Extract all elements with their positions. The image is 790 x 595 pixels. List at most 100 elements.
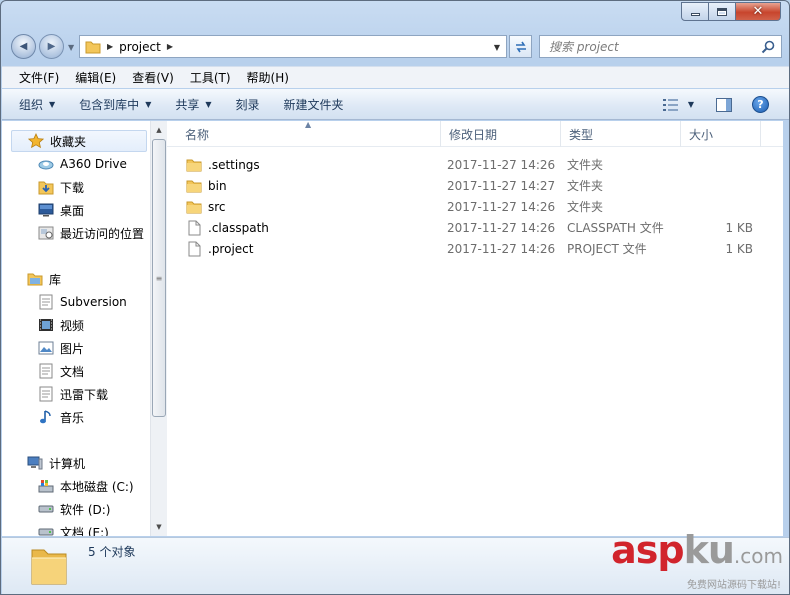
file-name: .project [208, 241, 254, 256]
file-type: 文件夹 [567, 179, 604, 193]
include-in-library-button[interactable]: 包含到库中 ▼ [79, 96, 151, 113]
breadcrumb-separator-icon[interactable]: ▶ [107, 42, 113, 51]
table-row[interactable]: src 2017-11-27 14:26 文件夹 [167, 196, 767, 217]
details-pane: 5 个对象 aspku.com 免费网站源码下载站! [2, 531, 789, 594]
menu-view[interactable]: 查看(V) [124, 69, 182, 86]
file-size: 1 KB [725, 241, 753, 256]
site-watermark: aspku.com 免费网站源码下载站! [611, 531, 783, 591]
sidebar-item-label: 图片 [60, 341, 85, 356]
sidebar-item-label: 本地磁盘 (C:) [60, 479, 134, 494]
explorer-window: ✕ ◀ ▶ ▼ ▶ project ▶ ▼ 搜索 project 文件(F) 编… [0, 0, 790, 595]
folder-icon [85, 41, 101, 53]
sidebar-item-documents[interactable]: 文档 [38, 360, 84, 382]
file-modified: 2017-11-27 14:26 [447, 199, 556, 214]
refresh-button[interactable] [509, 35, 532, 58]
sidebar-item-label: 文档 [60, 364, 85, 379]
sidebar-item-recent-places[interactable]: 最近访问的位置 [38, 222, 144, 244]
file-name: .classpath [208, 220, 269, 235]
column-header-size[interactable]: 大小 [681, 121, 761, 147]
menu-help[interactable]: 帮助(H) [239, 69, 297, 86]
table-row[interactable]: .settings 2017-11-27 14:26 文件夹 [167, 154, 767, 175]
folder-icon [31, 549, 67, 585]
column-name-label: 名称 [185, 127, 210, 142]
column-header-name[interactable]: 名称 ▲ [167, 120, 441, 147]
file-size: 1 KB [725, 220, 753, 235]
menu-file[interactable]: 文件(F) [11, 69, 67, 86]
drive-icon [38, 524, 54, 536]
sidebar-item-drive-e[interactable]: 文档 (E:) [38, 521, 109, 536]
scrollbar-thumb[interactable]: ≡ [152, 139, 166, 417]
burn-label: 刻录 [235, 97, 260, 112]
table-row[interactable]: .classpath 2017-11-27 14:26 CLASSPATH 文件… [167, 217, 767, 238]
sidebar-item-videos[interactable]: 视频 [38, 314, 84, 336]
menu-tools[interactable]: 工具(T) [182, 69, 239, 86]
breadcrumb-separator-icon[interactable]: ▶ [167, 42, 173, 51]
minimize-icon [690, 13, 700, 16]
command-bar: 组织 ▼ 包含到库中 ▼ 共享 ▼ 刻录 新建文件夹 ▼ ? [2, 89, 789, 120]
file-name-cell: bin [186, 178, 227, 194]
view-dropdown-icon[interactable]: ▼ [688, 100, 694, 109]
forward-button[interactable]: ▶ [39, 34, 64, 59]
navigation-tree: 收藏夹 A360 Drive 下载 桌面 最近访问的位置 库 Subversio… [2, 121, 150, 536]
file-icon [186, 220, 202, 236]
file-name-cell: src [186, 199, 226, 215]
menu-edit[interactable]: 编辑(E) [67, 69, 124, 86]
documents-icon [38, 363, 54, 379]
scroll-up-icon[interactable]: ▲ [151, 122, 167, 138]
recent-pages-dropdown-icon[interactable]: ▼ [68, 43, 74, 52]
table-row[interactable]: bin 2017-11-27 14:27 文件夹 [167, 175, 767, 196]
sidebar-item-libraries[interactable]: 库 [27, 268, 61, 290]
search-icon[interactable] [760, 39, 776, 55]
new-folder-button[interactable]: 新建文件夹 [284, 96, 344, 113]
breadcrumb-project[interactable]: project [119, 40, 161, 54]
minimize-button[interactable] [681, 2, 709, 21]
address-history-dropdown-icon[interactable]: ▼ [494, 43, 500, 52]
preview-pane-icon[interactable] [716, 97, 732, 112]
file-name: src [208, 199, 226, 214]
include-in-library-label: 包含到库中 [79, 97, 140, 112]
drive-icon [38, 501, 54, 517]
chevron-down-icon: ▼ [145, 99, 152, 109]
sidebar-item-computer[interactable]: 计算机 [27, 452, 85, 474]
folder-icon [186, 157, 202, 173]
view-options-icon[interactable] [662, 98, 680, 112]
watermark-asp: asp [611, 528, 684, 572]
sidebar-item-label: 桌面 [60, 203, 85, 218]
document-library-icon [38, 294, 54, 310]
close-button[interactable]: ✕ [736, 2, 781, 21]
help-icon[interactable]: ? [752, 96, 769, 113]
table-row[interactable]: .project 2017-11-27 14:26 PROJECT 文件 1 K… [167, 238, 767, 259]
sidebar-item-drive-c[interactable]: 本地磁盘 (C:) [38, 475, 134, 497]
navigation-scrollbar[interactable]: ▲ ≡ ▼ [150, 121, 167, 536]
sidebar-item-favorites[interactable]: 收藏夹 [11, 130, 147, 152]
folder-icon [186, 178, 202, 194]
maximize-button[interactable] [709, 2, 736, 21]
sidebar-item-label: 音乐 [60, 410, 85, 425]
sidebar-item-subversion[interactable]: Subversion [38, 291, 127, 313]
refresh-icon [515, 41, 526, 52]
sidebar-item-a360-drive[interactable]: A360 Drive [38, 153, 127, 175]
file-name: .settings [208, 157, 260, 172]
system-drive-icon [38, 478, 54, 494]
sidebar-item-desktop[interactable]: 桌面 [38, 199, 84, 221]
file-type: CLASSPATH 文件 [567, 221, 664, 235]
organize-button[interactable]: 组织 ▼ [19, 96, 55, 113]
sidebar-item-drive-d[interactable]: 软件 (D:) [38, 498, 110, 520]
sidebar-item-thunder-downloads[interactable]: 迅雷下载 [38, 383, 108, 405]
search-input[interactable]: 搜索 project [539, 35, 782, 58]
downloads-folder-icon [38, 179, 54, 195]
burn-button[interactable]: 刻录 [236, 96, 260, 113]
sidebar-item-pictures[interactable]: 图片 [38, 337, 84, 359]
back-button[interactable]: ◀ [11, 34, 36, 59]
sidebar-item-downloads[interactable]: 下载 [38, 176, 84, 198]
libraries-icon [27, 271, 43, 287]
folder-icon [186, 199, 202, 215]
desktop-icon [38, 202, 54, 218]
share-button[interactable]: 共享 ▼ [175, 96, 211, 113]
address-bar[interactable]: ▶ project ▶ ▼ [79, 35, 507, 58]
scroll-down-icon[interactable]: ▼ [151, 519, 167, 535]
sidebar-item-music[interactable]: 音乐 [38, 406, 84, 428]
column-header-type[interactable]: 类型 [561, 121, 681, 147]
column-header-modified[interactable]: 修改日期 [441, 121, 561, 147]
watermark-tagline: 免费网站源码下载站! [686, 580, 781, 591]
